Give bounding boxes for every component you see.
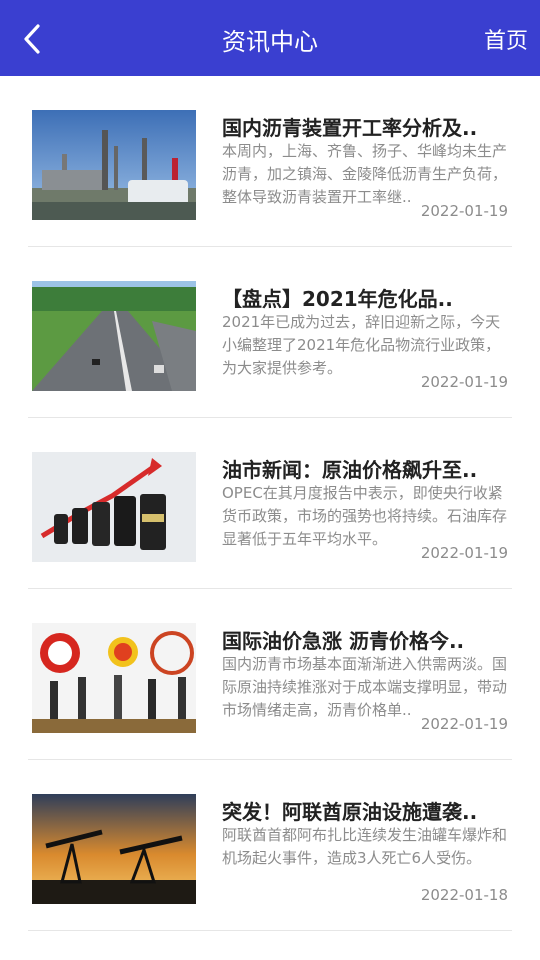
article-title: 国内沥青装置开工率分析及.. — [222, 116, 478, 140]
news-item[interactable]: 油市新闻：原油价格飙升至.. OPEC在其月度报告中表示，即使央行收紧货币政策，… — [28, 418, 512, 589]
news-item[interactable]: 国内沥青装置开工率分析及.. 本周内，上海、齐鲁、扬子、华峰均未生产沥青，加之镇… — [28, 76, 512, 247]
article-date: 2022-01-19 — [420, 715, 508, 733]
news-item[interactable]: 【盘点】2021年危化品.. 2021年已成为过去，辞旧迎新之际，今天小编整理了… — [28, 247, 512, 418]
article-date: 2022-01-19 — [420, 544, 508, 562]
article-date: 2022-01-19 — [420, 202, 508, 220]
news-item[interactable]: 突发！阿联酋原油设施遭袭.. 阿联酋首都阿布扎比连续发生油罐车爆炸和机场起火事件… — [28, 760, 512, 931]
refinery-photo — [32, 110, 196, 220]
article-date: 2022-01-18 — [420, 886, 508, 904]
highway-photo — [32, 281, 196, 391]
article-title: 国际油价急涨 沥青价格今.. — [222, 629, 465, 653]
article-title: 【盘点】2021年危化品.. — [222, 287, 453, 311]
oil-company-logos-photo — [32, 623, 196, 733]
oil-pumpjack-sunset-photo — [32, 794, 196, 904]
article-title: 突发！阿联酋原油设施遭袭.. — [222, 800, 478, 824]
article-date: 2022-01-19 — [420, 373, 508, 391]
oil-barrels-chart-photo — [32, 452, 196, 562]
news-item[interactable]: 国际油价急涨 沥青价格今.. 国内沥青市场基本面渐渐进入供需两淡。国际原油持续推… — [28, 589, 512, 760]
article-title: 油市新闻：原油价格飙升至.. — [222, 458, 478, 482]
home-link[interactable]: 首页 — [484, 0, 528, 84]
page-title: 资讯中心 — [222, 28, 318, 56]
top-nav-bar: 资讯中心 首页 — [0, 0, 540, 76]
